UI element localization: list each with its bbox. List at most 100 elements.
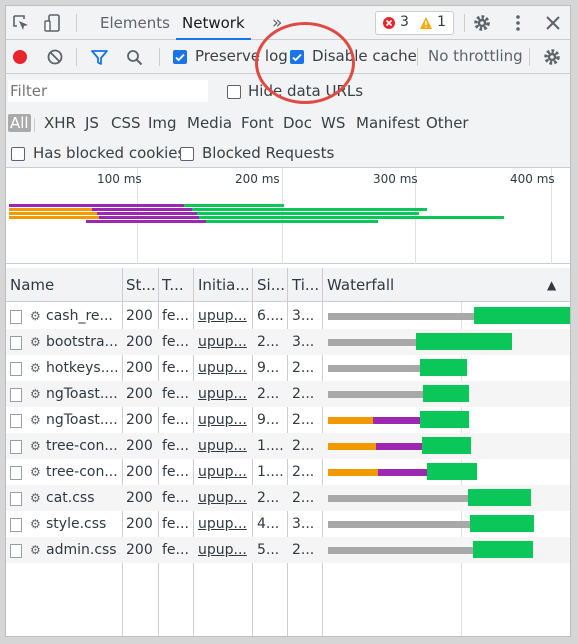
type-filter-doc[interactable]: Doc xyxy=(283,114,312,132)
inspect-element-icon[interactable] xyxy=(12,14,30,32)
filter-input[interactable] xyxy=(8,80,208,102)
cell-status: 200 xyxy=(126,490,153,506)
cell-initiator[interactable]: upup... xyxy=(198,459,250,485)
waterfall-bar xyxy=(328,313,474,320)
cell-name: admin.css xyxy=(46,542,117,558)
cell-status: 200 xyxy=(126,412,153,428)
overview-bar xyxy=(9,216,99,219)
request-row[interactable]: ⚙ ngToast.... 200 fe... upup... 2... 2... xyxy=(6,381,570,407)
close-icon[interactable] xyxy=(544,14,562,32)
clear-icon[interactable] xyxy=(47,49,63,65)
blocked-cookies-label: Has blocked cookies xyxy=(33,144,186,162)
cell-name: cash_re... xyxy=(46,308,113,324)
cell-name: cat.css xyxy=(46,490,95,506)
request-row[interactable]: ⚙ admin.css 200 fe... upup... 5... 2... xyxy=(6,537,570,563)
waterfall-bar xyxy=(427,463,477,480)
service-worker-gear-icon: ⚙ xyxy=(30,465,41,479)
throttling-select[interactable]: No throttling xyxy=(428,47,523,65)
cell-time: 3... xyxy=(292,308,315,324)
cell-initiator[interactable]: upup... xyxy=(198,485,250,511)
issues-badge[interactable]: 3 1 xyxy=(375,11,454,35)
column-type[interactable]: T... xyxy=(162,268,190,302)
request-row[interactable]: ⚙ tree-con... 200 fe... upup... 1.... 2... xyxy=(6,459,570,485)
type-filter-xhr[interactable]: XHR xyxy=(44,114,76,132)
record-icon[interactable] xyxy=(12,49,28,65)
cell-initiator[interactable]: upup... xyxy=(198,355,250,381)
file-icon xyxy=(10,492,22,506)
type-filter-all[interactable]: All xyxy=(8,114,31,132)
sort-ascending-icon[interactable]: ▲ xyxy=(547,268,556,302)
cell-size: 2... xyxy=(257,334,280,350)
type-filter-font[interactable]: Font xyxy=(241,114,274,132)
cell-initiator[interactable]: upup... xyxy=(198,303,250,329)
cell-size: 2... xyxy=(257,490,280,506)
cell-time: 2... xyxy=(292,464,315,480)
settings-gear-icon[interactable] xyxy=(473,14,491,32)
request-row[interactable]: ⚙ hotkeys.... 200 fe... upup... 9... 2... xyxy=(6,355,570,381)
cell-name: style.css xyxy=(46,516,107,532)
column-initiator[interactable]: Initia... xyxy=(198,268,252,302)
more-options-icon[interactable] xyxy=(509,14,527,32)
cell-status: 200 xyxy=(126,360,153,376)
column-waterfall[interactable]: Waterfall xyxy=(327,268,527,302)
cell-initiator[interactable]: upup... xyxy=(198,433,250,459)
waterfall-bar xyxy=(328,469,378,476)
timeline-overview[interactable]: 100 ms 200 ms 300 ms 400 ms xyxy=(6,168,570,264)
service-worker-gear-icon: ⚙ xyxy=(30,543,41,557)
network-settings-icon[interactable] xyxy=(543,48,561,66)
cell-time: 2... xyxy=(292,490,315,506)
waterfall-bar xyxy=(416,333,512,350)
request-row[interactable]: ⚙ cat.css 200 fe... upup... 2... 2... xyxy=(6,485,570,511)
tab-network[interactable]: Network xyxy=(176,6,251,40)
cell-size: 1.... xyxy=(257,464,284,480)
cell-type: fe... xyxy=(162,386,189,402)
type-filter-media[interactable]: Media xyxy=(187,114,232,132)
cell-initiator[interactable]: upup... xyxy=(198,537,250,563)
search-icon[interactable] xyxy=(126,49,143,66)
preserve-log-checkbox[interactable] xyxy=(173,50,187,64)
waterfall-bar xyxy=(328,547,473,554)
column-status[interactable]: St... xyxy=(126,268,158,302)
file-icon xyxy=(10,388,22,402)
cell-type: fe... xyxy=(162,360,189,376)
column-time[interactable]: Ti... xyxy=(292,268,322,302)
request-row[interactable]: ⚙ bootstra... 200 fe... upup... 2... 3... xyxy=(6,329,570,355)
waterfall-bar xyxy=(378,469,427,476)
file-icon xyxy=(10,518,22,532)
type-filter-css[interactable]: CSS xyxy=(111,114,141,132)
warning-icon xyxy=(420,17,432,29)
type-filter-manifest[interactable]: Manifest xyxy=(356,114,420,132)
cell-time: 3... xyxy=(292,516,315,532)
column-name[interactable]: Name xyxy=(10,268,122,302)
cell-name: tree-con... xyxy=(46,438,118,454)
waterfall-bar xyxy=(422,437,471,454)
type-filter-js[interactable]: JS xyxy=(85,114,99,132)
blocked-requests-checkbox[interactable] xyxy=(180,147,194,161)
cell-initiator[interactable]: upup... xyxy=(198,329,250,355)
cell-initiator[interactable]: upup... xyxy=(198,511,250,537)
blocked-cookies-checkbox[interactable] xyxy=(11,147,25,161)
request-row[interactable]: ⚙ style.css 200 fe... upup... 4... 3... xyxy=(6,511,570,537)
cell-initiator[interactable]: upup... xyxy=(198,381,250,407)
service-worker-gear-icon: ⚙ xyxy=(30,361,41,375)
cell-status: 200 xyxy=(126,386,153,402)
type-filter-ws[interactable]: WS xyxy=(321,114,345,132)
request-row[interactable]: ⚙ tree-con... 200 fe... upup... 1.... 2... xyxy=(6,433,570,459)
cell-status: 200 xyxy=(126,308,153,324)
tab-elements[interactable]: Elements xyxy=(100,6,170,40)
column-size[interactable]: Si... xyxy=(257,268,287,302)
overview-bar xyxy=(199,216,504,219)
overview-bar xyxy=(206,220,378,223)
cell-time: 3... xyxy=(292,334,315,350)
waterfall-bar xyxy=(474,307,570,324)
device-toolbar-icon[interactable] xyxy=(44,14,62,32)
waterfall-bar xyxy=(328,443,376,450)
filter-icon[interactable] xyxy=(91,49,108,66)
request-row[interactable]: ⚙ ngToast.... 200 fe... upup... 9... 2... xyxy=(6,407,570,433)
cell-initiator[interactable]: upup... xyxy=(198,407,250,433)
hide-data-urls-checkbox[interactable] xyxy=(227,85,241,99)
type-filter-other[interactable]: Other xyxy=(426,114,469,132)
cell-status: 200 xyxy=(126,438,153,454)
request-row[interactable]: ⚙ cash_re... 200 fe... upup... 6.... 3... xyxy=(6,303,570,329)
type-filter-img[interactable]: Img xyxy=(148,114,177,132)
